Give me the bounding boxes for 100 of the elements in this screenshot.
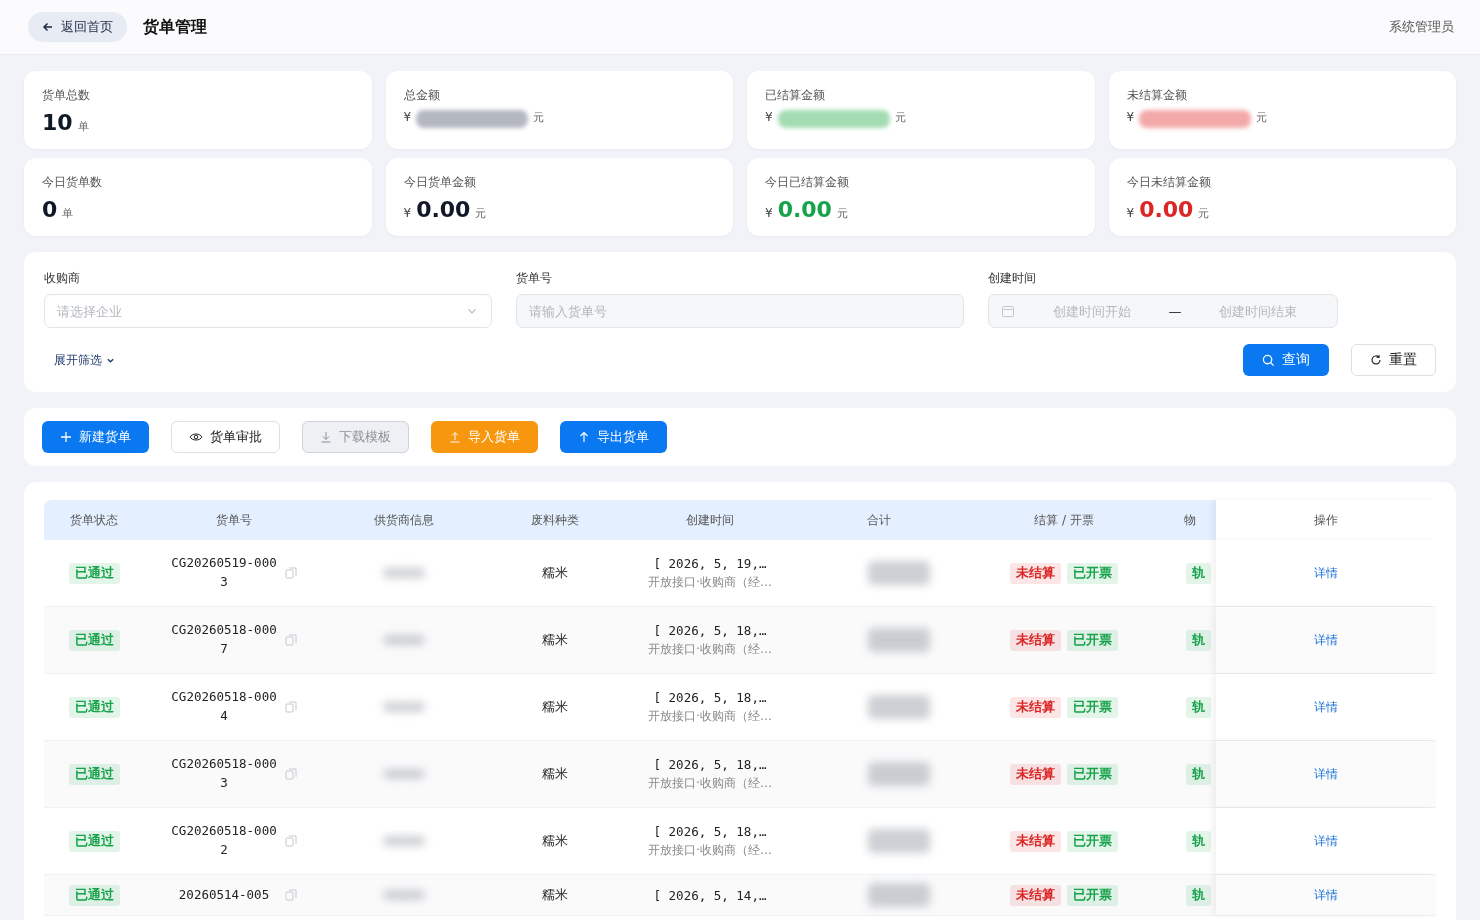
expand-filters-link[interactable]: 展开筛选 [48, 350, 121, 370]
currency-sign: ¥ [1126, 110, 1135, 124]
stat-label: 今日未结算金额 [1126, 174, 1212, 191]
table-cell: [ 2026, 5, 18,… [653, 756, 767, 772]
copy-icon[interactable] [284, 768, 297, 780]
status-tag: 已开票 [1067, 629, 1118, 651]
input-field[interactable]: 请输入货单号 [516, 294, 964, 328]
refresh-icon [1370, 354, 1382, 366]
details-link[interactable]: 详情 [1308, 630, 1344, 650]
currency-sign: ¥ [403, 206, 412, 220]
stat-value: 0.00 [416, 197, 471, 222]
status-tag: 未结算 [1010, 884, 1061, 906]
currency-sign: ¥ [1126, 206, 1135, 220]
order-number: CG20260518-0007 [171, 621, 277, 658]
copy-icon[interactable] [284, 701, 297, 713]
status-tag: 未结算 [1010, 830, 1061, 852]
blurred-value [868, 762, 930, 786]
unit-label: 单 [77, 119, 89, 134]
column-header: 操作 [1216, 500, 1436, 540]
stat-label: 未结算金额 [1126, 87, 1188, 104]
unit-label: 元 [836, 206, 848, 221]
status-tag: 已通过 [68, 884, 120, 906]
details-link[interactable]: 详情 [1308, 831, 1344, 851]
blurred-value [868, 695, 930, 719]
blurred-value [383, 836, 425, 846]
toolbar-button[interactable]: 货单审批 [171, 421, 280, 453]
back-button[interactable]: 返回首页 [28, 12, 127, 42]
table-cell: 糯米 [542, 832, 568, 850]
plus-icon [60, 431, 72, 443]
unit-label: 元 [1256, 110, 1268, 125]
status-tag: 已通过 [68, 629, 120, 651]
copy-icon[interactable] [284, 567, 297, 579]
status-tag: 已开票 [1067, 830, 1118, 852]
copy-icon[interactable] [284, 889, 297, 901]
table-cell: [ 2026, 5, 18,… [653, 689, 767, 705]
range-separator: — [1168, 303, 1182, 319]
stat-value: 0.00 [1139, 197, 1194, 222]
details-link[interactable]: 详情 [1308, 764, 1344, 784]
stat-label: 今日货单金额 [403, 174, 477, 191]
toolbar-button[interactable]: 新建货单 [42, 421, 149, 453]
copy-icon[interactable] [284, 835, 297, 847]
start-date-field[interactable]: 创建时间开始 [1025, 302, 1159, 320]
table-cell: 糯米 [542, 886, 568, 904]
unit-label: 单 [62, 206, 74, 221]
column-header: 供货商信息 [373, 511, 435, 529]
details-link[interactable]: 详情 [1308, 885, 1344, 905]
unit-label: 元 [894, 110, 906, 125]
details-link[interactable]: 详情 [1308, 697, 1344, 717]
status-tag: 已通过 [68, 696, 120, 718]
table-cell: [ 2026, 5, 18,… [653, 823, 767, 839]
column-header: 结算 / 开票 [1033, 511, 1095, 529]
arrow-left-icon [42, 21, 54, 33]
status-tag: 轨 [1186, 629, 1211, 651]
status-tag: 未结算 [1010, 696, 1061, 718]
query-button[interactable]: 查询 [1243, 344, 1329, 376]
column-header: 货单号 [215, 511, 253, 529]
table-cell: [ 2026, 5, 19,… [653, 555, 767, 571]
table-cell: 糯米 [542, 631, 568, 649]
stat-label: 今日已结算金额 [765, 174, 850, 191]
copy-icon[interactable] [284, 634, 297, 646]
table-cell: 糯米 [542, 564, 568, 582]
stat-value: 0.00 [777, 197, 832, 222]
details-link[interactable]: 详情 [1308, 563, 1344, 583]
stat-label: 已结算金额 [765, 87, 826, 104]
status-tag: 轨 [1186, 830, 1211, 852]
status-tag: 已开票 [1067, 696, 1118, 718]
upload-icon [449, 431, 461, 443]
date-range-field[interactable]: 创建时间开始 — 创建时间结束 [988, 294, 1338, 328]
status-tag: 轨 [1186, 763, 1211, 785]
status-tag: 未结算 [1010, 763, 1061, 785]
blurred-value [868, 829, 930, 853]
status-tag: 未结算 [1010, 629, 1061, 651]
order-number: CG20260518-0004 [171, 688, 277, 725]
currency-sign: ¥ [765, 206, 773, 220]
page-title: 货单管理 [143, 16, 207, 38]
status-tag: 轨 [1186, 696, 1211, 718]
arrow-up-icon [578, 431, 590, 443]
select-field[interactable]: 请选择企业 [44, 294, 492, 328]
download-icon [320, 431, 332, 443]
blurred-value [383, 702, 425, 712]
status-tag: 已开票 [1067, 884, 1118, 906]
blurred-value [383, 890, 425, 900]
reset-button[interactable]: 重置 [1351, 344, 1436, 376]
end-date-field[interactable]: 创建时间结束 [1191, 302, 1325, 320]
column-header: 物 [1183, 511, 1197, 529]
order-number: CG20260518-0003 [171, 755, 277, 792]
field-label: 创建时间 [988, 270, 1037, 287]
table-cell: 开放接口·收购商（经… [648, 774, 772, 792]
table-cell: [ 2026, 5, 14,… [653, 887, 767, 903]
order-number: CG20260519-0003 [171, 554, 277, 591]
stat-label: 今日货单数 [42, 174, 103, 191]
toolbar-button[interactable]: 导出货单 [560, 421, 667, 453]
table-cell: 糯米 [542, 765, 568, 783]
table-cell: [ 2026, 5, 18,… [653, 622, 767, 638]
unit-label: 元 [1198, 206, 1210, 221]
blurred-value [868, 883, 930, 907]
status-tag: 已通过 [68, 562, 120, 584]
table-cell: 开放接口·收购商（经… [648, 707, 772, 725]
stat-label: 总金额 [403, 87, 441, 104]
blurred-value [868, 628, 930, 652]
